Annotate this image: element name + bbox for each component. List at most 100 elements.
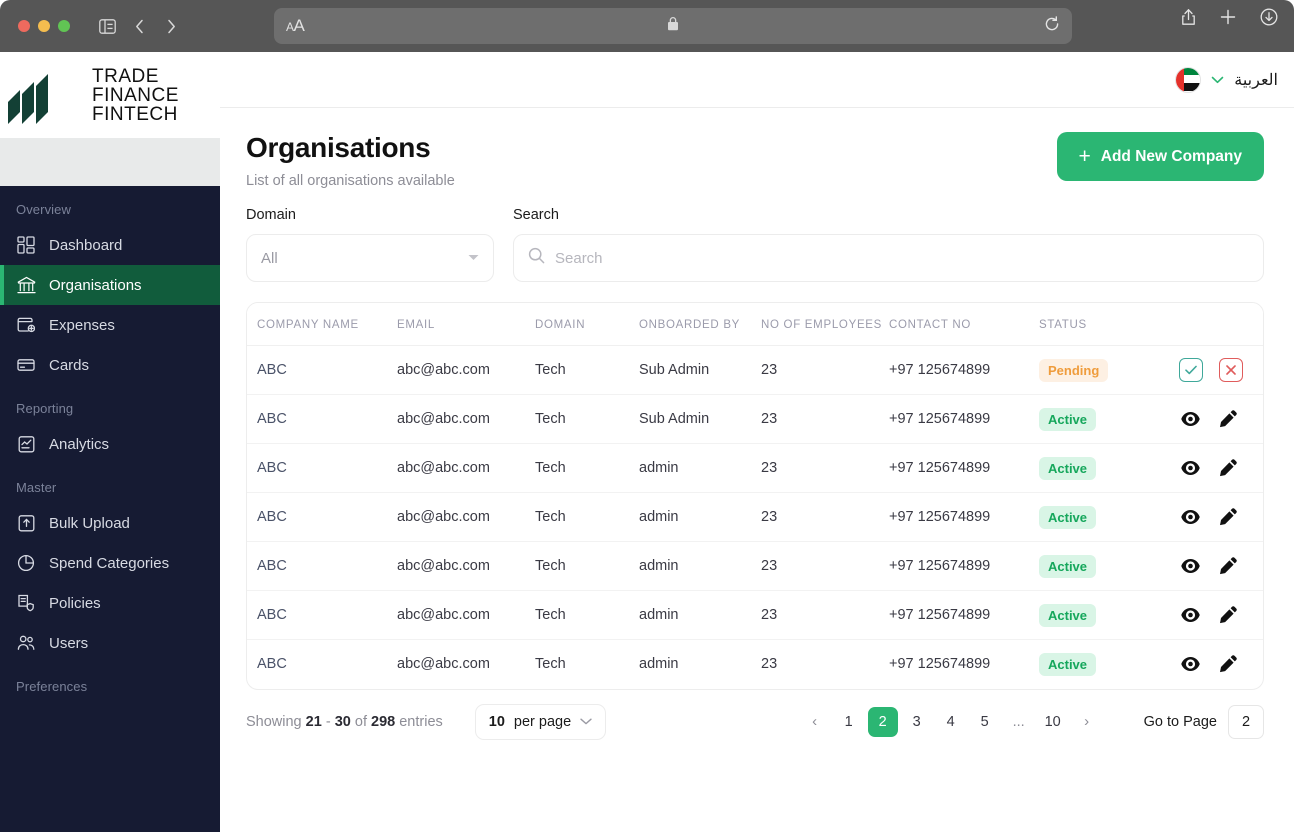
cell-no-of-employees: 23 (761, 394, 889, 444)
column-onboarded-by: ONBOARDED BY (639, 303, 761, 346)
row-actions (1179, 457, 1263, 479)
maximize-window-button[interactable] (58, 20, 70, 32)
sidebar-item-analytics[interactable]: Analytics (0, 424, 220, 464)
language-selector[interactable]: العربية (1234, 70, 1278, 90)
view-icon-button[interactable] (1179, 506, 1201, 528)
browser-back-button[interactable] (124, 11, 154, 41)
pagination-prev-button[interactable]: ‹ (800, 707, 830, 737)
brand-logo[interactable]: TRADE FINANCE FINTECH (0, 52, 220, 138)
browser-address-bar[interactable]: AA (274, 8, 1072, 44)
sidebar-section-preferences: Preferences (16, 679, 88, 694)
cell-email: abc@abc.com (397, 492, 535, 542)
view-icon (1180, 657, 1200, 672)
view-icon (1180, 608, 1200, 622)
minimize-window-button[interactable] (38, 20, 50, 32)
pagination-next-button[interactable]: › (1072, 707, 1102, 737)
edit-icon-button[interactable] (1217, 555, 1239, 577)
pagination-page-10[interactable]: 10 (1038, 707, 1068, 737)
sidebar-item-expenses[interactable]: Expenses (0, 305, 220, 345)
page-title: Organisations (246, 132, 431, 163)
new-tab-icon[interactable] (1220, 9, 1236, 30)
search-input[interactable] (555, 249, 1249, 267)
cell-contact-no: +97 125674899 (889, 656, 991, 673)
sidebar-toggle-icon[interactable] (92, 11, 122, 41)
edit-icon (1219, 459, 1237, 477)
view-icon-button[interactable] (1179, 555, 1201, 577)
cell-no-of-employees: 23 (761, 443, 889, 493)
cell-contact-no: +97 125674899 (889, 394, 1039, 444)
domain-select[interactable]: All (246, 234, 494, 282)
search-box[interactable] (513, 234, 1264, 282)
view-icon-button[interactable] (1179, 604, 1201, 626)
status-badge: Active (1039, 407, 1097, 431)
domain-select-value: All (261, 249, 278, 267)
cell-company-name[interactable]: ABC (247, 345, 397, 395)
pie-chart-icon (16, 553, 36, 573)
go-to-page: Go to Page (1144, 704, 1264, 739)
view-icon-button[interactable] (1179, 653, 1201, 675)
add-new-company-button[interactable]: + Add New Company (1056, 132, 1264, 181)
cell-no-of-employees: 23 (761, 656, 778, 673)
sidebar-item-organisations[interactable]: Organisations (0, 265, 220, 305)
logo-mark-icon (6, 66, 84, 124)
table-row: ABC abc@abc.com Tech Sub Admin 23 +97 1256748… (247, 394, 1263, 444)
close-window-button[interactable] (18, 20, 30, 32)
cell-email: abc@abc.com (397, 590, 535, 640)
pagination-page-4[interactable]: 4 (936, 707, 966, 737)
view-icon (1180, 412, 1200, 426)
pagination-ellipsis: ... (1004, 707, 1034, 737)
table-row: ABC abc@abc.com Tech admin 23 +97 125674899 Ac… (247, 541, 1263, 591)
per-page-count: 10 (488, 713, 505, 730)
sidebar-item-bulk-upload[interactable]: Bulk Upload (0, 503, 220, 543)
sidebar-section-master: Master (16, 480, 57, 495)
downloads-icon[interactable] (1260, 8, 1278, 31)
edit-icon-button[interactable] (1217, 506, 1239, 528)
cell-company-name[interactable]: ABC (247, 541, 397, 591)
cell-company-name[interactable]: ABC (247, 492, 397, 542)
policy-shield-icon (16, 593, 36, 613)
share-icon[interactable] (1181, 8, 1196, 31)
window-traffic-lights[interactable] (18, 20, 70, 32)
edit-icon-button[interactable] (1217, 457, 1239, 479)
cell-actions (1179, 492, 1263, 542)
domain-filter: Domain All (246, 207, 494, 282)
cell-company-name[interactable]: ABC (247, 394, 397, 444)
sidebar-item-policies[interactable]: Policies (0, 583, 220, 623)
sidebar-item-cards[interactable]: Cards (0, 345, 220, 385)
view-icon-button[interactable] (1179, 457, 1201, 479)
dashboard-icon (16, 235, 36, 255)
edit-icon-button[interactable] (1217, 604, 1239, 626)
browser-forward-button[interactable] (156, 11, 186, 41)
table-row: ABC abc@abc.com Tech admin 23 +97 125674899 Ac… (247, 492, 1263, 542)
pagination-page-2[interactable]: 2 (867, 706, 898, 737)
text-size-icon[interactable]: AA (286, 16, 305, 36)
reject-button[interactable] (1219, 358, 1243, 382)
cell-company-name[interactable]: ABC (247, 443, 397, 493)
sidebar-item-spend-categories[interactable]: Spend Categories (0, 543, 220, 583)
sidebar-section-reporting: Reporting (16, 401, 74, 416)
cell-onboarded-by: Sub Admin (639, 345, 761, 395)
pagination-page-1[interactable]: 1 (834, 707, 864, 737)
pagination-page-3[interactable]: 3 (902, 707, 932, 737)
sidebar-item-dashboard[interactable]: Dashboard (0, 225, 220, 265)
cell-company-name[interactable]: ABC (247, 640, 397, 689)
go-to-page-input[interactable] (1228, 704, 1264, 739)
cell-domain: Tech (535, 394, 639, 444)
reload-icon[interactable] (1044, 15, 1060, 37)
approve-button[interactable] (1179, 358, 1203, 382)
add-new-company-label: Add New Company (1100, 147, 1242, 165)
edit-icon-button[interactable] (1217, 408, 1239, 430)
pagination-page-5[interactable]: 5 (970, 707, 1000, 737)
column-actions (1179, 303, 1263, 346)
application-window: TRADE FINANCE FINTECH Overview Dashboard (0, 52, 1294, 832)
chevron-down-icon[interactable] (1211, 72, 1224, 87)
table-row: ABC abc@abc.com Tech admin 23 +97 125674899 Ac… (247, 590, 1263, 640)
sidebar-item-users[interactable]: Users (0, 623, 220, 663)
view-icon-button[interactable] (1179, 408, 1201, 430)
edit-icon-button[interactable] (1217, 653, 1239, 675)
per-page-selector[interactable]: 10 per page (474, 703, 607, 740)
cell-company-name[interactable]: ABC (247, 590, 397, 640)
cell-contact-no: +97 125674899 (889, 492, 1039, 542)
sidebar-item-label: Organisations (49, 276, 142, 294)
cell-status: Active (1039, 590, 1179, 640)
